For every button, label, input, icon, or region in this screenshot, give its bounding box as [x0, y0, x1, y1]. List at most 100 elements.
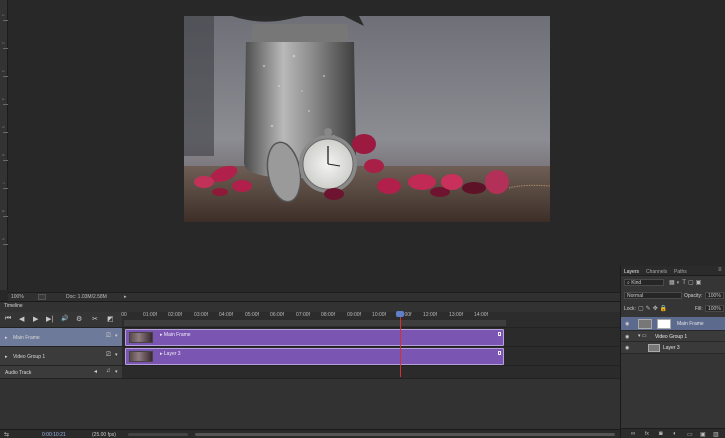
timeline-scrollbar[interactable] — [195, 433, 615, 436]
time-label: 02:00f — [168, 312, 182, 318]
playhead-handle[interactable] — [396, 311, 404, 317]
layer-thumbnail — [648, 344, 660, 352]
track-lane-video-group-1: ▸ Layer 3 — [122, 347, 620, 366]
first-frame-icon[interactable]: ⏮ — [5, 315, 11, 323]
zoom-slider[interactable] — [128, 433, 188, 436]
time-label: 05:00f — [245, 312, 259, 318]
tab-layers[interactable]: Layers — [624, 269, 639, 275]
visibility-eye-icon[interactable]: ◉ — [625, 334, 629, 340]
time-label: 01:00f — [143, 312, 157, 318]
folder-icon[interactable]: ▭ — [687, 431, 693, 438]
layer-name: Video Group 1 — [655, 334, 688, 340]
layer-thumbnail — [638, 319, 652, 329]
tab-channels[interactable]: Channels — [646, 269, 667, 275]
ruler-number: 9 — [1, 238, 6, 241]
previous-frame-icon[interactable]: ◀ — [19, 315, 24, 323]
clip-name-text: Main Frame — [163, 332, 191, 338]
time-label: 00f — [404, 312, 412, 318]
next-frame-icon[interactable]: ▶| — [46, 315, 53, 323]
doc-size: Doc: 1.03M/2.58M — [66, 294, 107, 300]
mask-icon[interactable]: ◙ — [659, 431, 663, 437]
visibility-eye-icon[interactable]: ◉ — [625, 345, 629, 351]
ruler-number: 6 — [1, 154, 6, 157]
ruler-number: 5 — [1, 126, 6, 129]
ruler-tick — [3, 104, 8, 105]
layer-name: Layer 3 — [663, 345, 680, 351]
track-label: Main Frame — [13, 335, 40, 341]
layer-filter-select[interactable]: ⌕ Kind — [624, 279, 664, 286]
ruler-number: 8 — [1, 210, 6, 213]
dropdown-arrow-icon[interactable]: ▾ — [115, 333, 118, 339]
track-header-main-frame[interactable]: ▸ Main Frame ⎚ ▾ — [0, 328, 122, 347]
timeline-panel: Timeline ⏮ ◀ ▶ ▶| 🔊 ⚙ ✂ ◩ 00 01:00f 02:0… — [0, 301, 620, 438]
clip-end-handle[interactable] — [498, 351, 501, 355]
clip-name: ▸ Main Frame — [160, 332, 191, 338]
track-header-audio[interactable]: Audio Track ◂ ♫ ▾ — [0, 366, 122, 379]
dropdown-arrow-icon[interactable]: ▾ — [115, 369, 118, 375]
fill-label: Fill: — [695, 306, 703, 312]
film-icon[interactable]: ⎚ — [106, 352, 111, 359]
work-area-bar[interactable] — [124, 320, 506, 326]
track-header-video-group-1[interactable]: ▸ Video Group 1 ⎚ ▾ — [0, 347, 122, 366]
ruler-tick — [3, 48, 8, 49]
music-icon[interactable]: ♫ — [106, 368, 111, 374]
ruler-tick — [3, 244, 8, 245]
time-label: 10:00f — [372, 312, 386, 318]
clip-name-text: Layer 3 — [163, 351, 181, 357]
link-icon[interactable]: ∞ — [631, 431, 635, 437]
layer-row-video-group-1[interactable]: ◉ ▾ ▭ Video Group 1 — [621, 331, 725, 342]
new-layer-icon[interactable]: ▣ — [700, 431, 706, 438]
fill-field[interactable]: 100% — [705, 305, 724, 312]
timeline-footer: ⇆ 0:00:10:21 (25.00 fps) — [0, 429, 620, 438]
opacity-field[interactable]: 100% — [705, 292, 724, 299]
ruler-tick — [3, 160, 8, 161]
ruler-number: 7 — [1, 182, 6, 185]
clip-main-frame[interactable]: ▸ Main Frame — [125, 329, 504, 346]
lock-icons[interactable]: ▢✎✥🔒 — [638, 305, 669, 312]
ruler-tick — [3, 76, 8, 77]
document-status-bar: 100% Doc: 1.03M/2.58M ▸ — [8, 292, 620, 301]
panel-menu-icon[interactable]: ≡ — [718, 267, 722, 273]
clip-end-handle[interactable] — [498, 332, 501, 336]
expand-triangle-icon[interactable]: ▸ — [5, 354, 8, 360]
convert-frames-icon[interactable]: ⇆ — [4, 431, 9, 438]
audio-icon[interactable]: 🔊 — [61, 315, 68, 322]
vertical-ruler: 1 2 3 4 5 6 7 8 9 — [0, 0, 8, 290]
canvas-image[interactable] — [184, 16, 550, 222]
time-ruler[interactable]: 00 01:00f 02:00f 03:00f 04:00f 05:00f 06… — [121, 312, 620, 328]
status-menu-arrow[interactable]: ▸ — [124, 294, 127, 300]
ruler-number: 2 — [1, 42, 6, 45]
time-label: 06:00f — [270, 312, 284, 318]
film-icon[interactable]: ⎚ — [106, 333, 111, 340]
tab-paths[interactable]: Paths — [674, 269, 687, 275]
zoom-level[interactable]: 100% — [11, 294, 24, 300]
layers-panel: Layers Channels Paths ≡ ⌕ Kind ▦◐T▢▣ Nor… — [620, 266, 725, 438]
time-label: 07:00f — [296, 312, 310, 318]
trash-icon[interactable]: ▥ — [713, 431, 719, 438]
play-icon[interactable]: ▶ — [33, 315, 38, 323]
frame-rate: (25.00 fps) — [92, 432, 116, 438]
current-time[interactable]: 0:00:10:21 — [42, 432, 66, 438]
layer-row-main-frame[interactable]: ◉ Main Frame — [621, 317, 725, 331]
clip-name: ▸ Layer 3 — [160, 351, 181, 357]
dropdown-arrow-icon[interactable]: ▾ — [115, 352, 118, 358]
clip-layer-3[interactable]: ▸ Layer 3 — [125, 348, 504, 365]
ruler-number: 4 — [1, 98, 6, 101]
adjustment-icon[interactable]: ◐ — [673, 431, 677, 437]
photoshop-window: 1 2 3 4 5 6 7 8 9 100% Doc: 1.03M/2.58M … — [0, 0, 725, 438]
layer-row-layer-3[interactable]: ◉ Layer 3 — [621, 342, 725, 354]
group-folder-icon[interactable]: ▾ ▭ — [638, 333, 647, 339]
expand-triangle-icon[interactable]: ▸ — [5, 335, 8, 341]
panel-tabs: Layers Channels Paths ≡ — [621, 266, 725, 276]
visibility-eye-icon[interactable]: ◉ — [625, 321, 629, 327]
ruler-number: 3 — [1, 70, 6, 73]
filter-icons[interactable]: ▦◐T▢▣ — [669, 279, 703, 286]
split-scissors-icon[interactable]: ✂ — [92, 315, 98, 323]
blend-mode-select[interactable]: Normal — [624, 292, 682, 299]
transition-icon[interactable]: ◩ — [107, 315, 114, 323]
settings-icon[interactable]: ⚙ — [76, 315, 82, 323]
speaker-icon[interactable]: ◂ — [94, 368, 97, 375]
status-options-button[interactable] — [38, 294, 46, 300]
timeline-title: Timeline — [4, 303, 23, 309]
fx-icon[interactable]: fx — [645, 431, 649, 437]
